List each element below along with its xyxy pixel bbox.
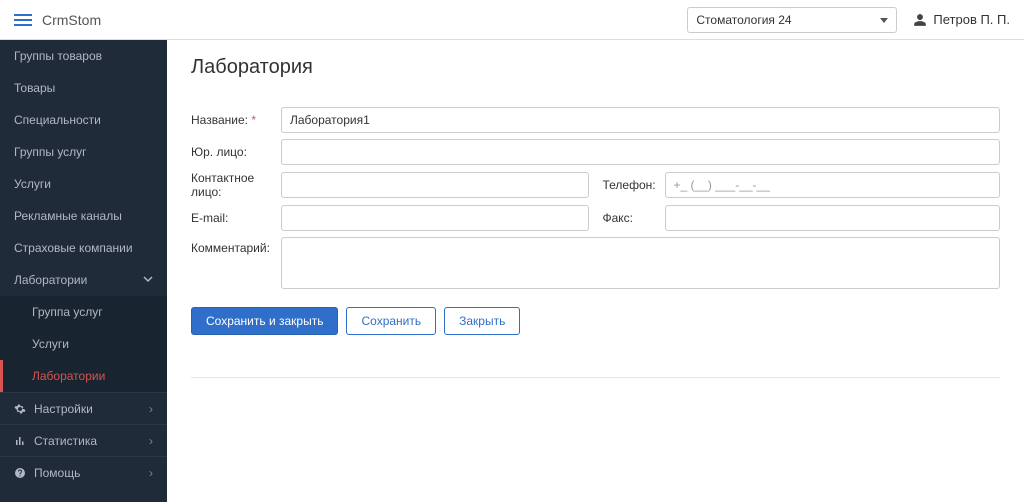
- gear-icon: [14, 403, 26, 415]
- save-button[interactable]: Сохранить: [346, 307, 436, 335]
- label-fax: Факс:: [603, 211, 659, 225]
- form-row-legal: Юр. лицо:: [191, 139, 1000, 165]
- label-comment: Комментарий:: [191, 237, 275, 255]
- sidebar-subitem-service-group[interactable]: Группа услуг: [0, 296, 167, 328]
- form-buttons: Сохранить и закрыть Сохранить Закрыть: [191, 307, 1000, 335]
- label-email: E-mail:: [191, 211, 275, 225]
- label-phone: Телефон:: [603, 178, 659, 192]
- sidebar-footer-help[interactable]: Помощь ›: [0, 456, 167, 488]
- user-name: Петров П. П.: [933, 12, 1010, 27]
- chevron-right-icon: ›: [149, 402, 153, 416]
- sidebar: Группы товаров Товары Специальности Груп…: [0, 40, 167, 502]
- question-icon: [14, 467, 26, 479]
- input-phone[interactable]: [665, 172, 1001, 198]
- sidebar-item-laboratories[interactable]: Лаборатории: [0, 264, 167, 296]
- chevron-right-icon: ›: [149, 434, 153, 448]
- sidebar-item-service-groups[interactable]: Группы услуг: [0, 136, 167, 168]
- chevron-right-icon: ›: [149, 466, 153, 480]
- organization-selector[interactable]: Стоматология 24: [687, 7, 897, 33]
- input-legal[interactable]: [281, 139, 1000, 165]
- label-name: Название: *: [191, 113, 275, 127]
- form-row-contact-phone: Контактное лицо: Телефон:: [191, 171, 1000, 199]
- sidebar-footer-statistics[interactable]: Статистика ›: [0, 424, 167, 456]
- sidebar-footer-settings[interactable]: Настройки ›: [0, 392, 167, 424]
- form-row-email-fax: E-mail: Факс:: [191, 205, 1000, 231]
- input-contact[interactable]: [281, 172, 589, 198]
- sidebar-subitem-laboratories[interactable]: Лаборатории: [0, 360, 167, 392]
- topbar: CrmStom Стоматология 24 Петров П. П.: [0, 0, 1024, 40]
- sidebar-item-services[interactable]: Услуги: [0, 168, 167, 200]
- input-email[interactable]: [281, 205, 589, 231]
- page-title: Лаборатория: [191, 56, 1000, 79]
- sidebar-subitem-services[interactable]: Услуги: [0, 328, 167, 360]
- organization-selected: Стоматология 24: [696, 13, 791, 27]
- form-row-name: Название: *: [191, 107, 1000, 133]
- form-card: Название: * Юр. лицо: Контактное лицо: Т…: [191, 107, 1000, 355]
- sidebar-item-product-groups[interactable]: Группы товаров: [0, 40, 167, 72]
- form-row-comment: Комментарий:: [191, 237, 1000, 289]
- save-and-close-button[interactable]: Сохранить и закрыть: [191, 307, 338, 335]
- sidebar-item-products[interactable]: Товары: [0, 72, 167, 104]
- label-contact: Контактное лицо:: [191, 171, 275, 199]
- sidebar-item-ad-channels[interactable]: Рекламные каналы: [0, 200, 167, 232]
- user-icon: [913, 13, 927, 27]
- input-comment[interactable]: [281, 237, 1000, 289]
- divider: [191, 377, 1000, 378]
- main-content: Лаборатория Название: * Юр. лицо: Контак…: [167, 40, 1024, 502]
- chart-icon: [14, 435, 26, 447]
- close-button[interactable]: Закрыть: [444, 307, 520, 335]
- label-legal: Юр. лицо:: [191, 145, 275, 159]
- menu-toggle-button[interactable]: [14, 11, 32, 29]
- sidebar-item-insurance[interactable]: Страховые компании: [0, 232, 167, 264]
- input-fax[interactable]: [665, 205, 1001, 231]
- sidebar-item-specialties[interactable]: Специальности: [0, 104, 167, 136]
- input-name[interactable]: [281, 107, 1000, 133]
- chevron-down-icon: [143, 273, 153, 287]
- user-menu[interactable]: Петров П. П.: [913, 12, 1010, 27]
- brand-name: CrmStom: [42, 12, 101, 28]
